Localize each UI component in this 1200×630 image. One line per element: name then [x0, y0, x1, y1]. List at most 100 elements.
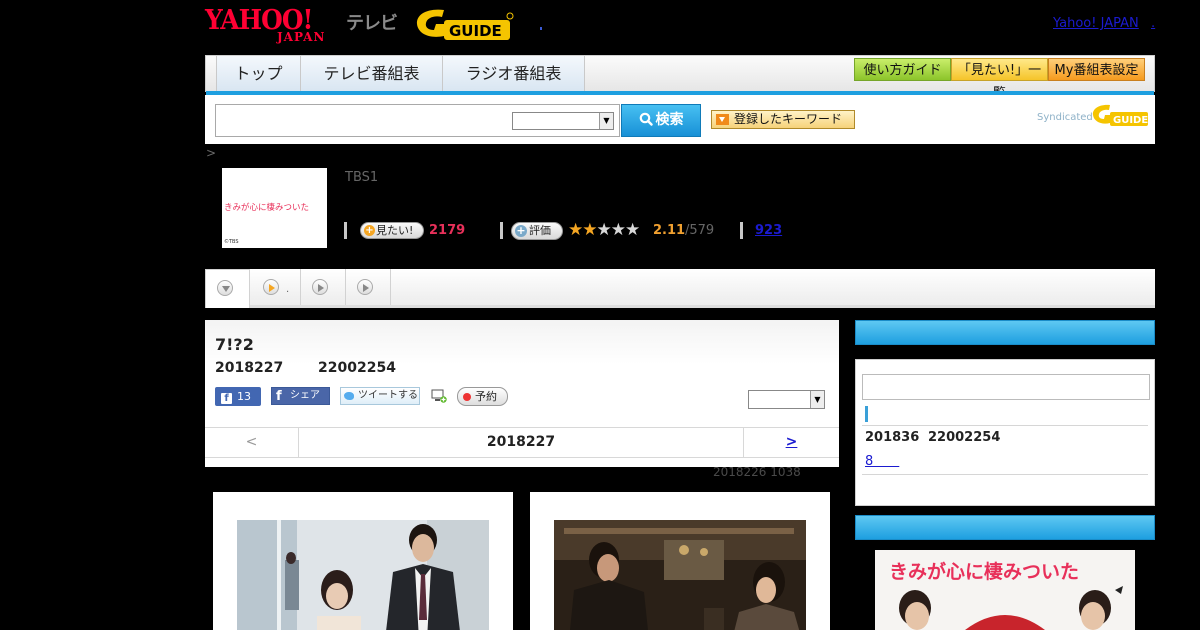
yahoo-japan-logo[interactable]: YAHOO! JAPAN — [205, 5, 343, 44]
rating-label: 評価 — [529, 224, 551, 237]
next-episode-link[interactable]: > — [743, 428, 839, 457]
twitter-bird-icon — [344, 392, 354, 400]
channel-name: TBS1 — [345, 170, 379, 185]
rating-count: /579 — [685, 223, 715, 238]
usage-guide-button[interactable]: 使い方ガイド — [854, 58, 951, 81]
sidebar-episode-link[interactable]: 8 — [865, 450, 899, 469]
scene-photo — [237, 520, 489, 630]
program-poster[interactable]: きみが心に棲みついた — [875, 550, 1135, 630]
scene-photo-card[interactable] — [213, 492, 513, 630]
nav-tab-tv-schedule[interactable]: テレビ番組表 — [301, 56, 443, 91]
tab-dot: . — [286, 284, 290, 295]
rating-stars: ★★★★★ — [568, 220, 640, 240]
gguide-logo[interactable]: GUIDE — [414, 6, 514, 42]
nav-tab-radio-schedule[interactable]: ラジオ番組表 — [443, 56, 585, 91]
stat-divider — [740, 222, 743, 239]
sidebar-section-header — [855, 320, 1155, 345]
tab-cast[interactable] — [301, 269, 346, 305]
yahoo-japan-link[interactable]: Yahoo! JAPAN — [1053, 16, 1139, 31]
thumbnail-title: きみが心に棲みついた — [224, 203, 310, 213]
record-dot-icon — [463, 393, 471, 401]
nav-tab-top[interactable]: トップ — [217, 56, 301, 91]
program-thumbnail[interactable]: きみが心に棲みついた ©TBS — [222, 168, 327, 248]
episode-select[interactable]: ▼ — [748, 390, 825, 409]
rating-button[interactable]: + 評価 — [511, 222, 563, 240]
search-category-select[interactable]: ▼ — [512, 112, 614, 130]
play-circle-icon — [312, 279, 328, 295]
syndicated-label: Syndicated — [1037, 112, 1093, 123]
plus-icon: + — [364, 225, 375, 236]
stat-divider — [500, 222, 503, 239]
pc-add-icon[interactable] — [431, 388, 447, 404]
star-icon: ★ — [596, 220, 612, 240]
poster-image: きみが心に棲みついた — [875, 550, 1135, 630]
episode-panel: 7!?2 2018227 22002254 f 13 f シェア ツイートする 予… — [205, 320, 839, 467]
facebook-share-label: シェア — [290, 390, 320, 401]
tab-episodes[interactable] — [250, 269, 301, 305]
scene-photo — [554, 520, 806, 630]
current-episode-date: 2018227 — [486, 434, 556, 450]
thumbnail-copyright: ©TBS — [224, 239, 239, 245]
terebi-logo-text[interactable]: テレビ — [346, 9, 398, 35]
search-button[interactable]: 検索 — [621, 104, 701, 137]
chevron-down-circle-icon — [217, 280, 233, 296]
program-tab-strip — [205, 269, 1155, 308]
star-icon: ★ — [582, 220, 597, 240]
mitai-button[interactable]: + 見たい! — [360, 222, 424, 239]
tweet-button[interactable]: ツイートする — [340, 387, 420, 405]
scene-photo-card[interactable] — [530, 492, 830, 630]
tab-detail[interactable] — [205, 269, 250, 308]
svg-text:GUIDE: GUIDE — [1113, 115, 1148, 126]
rating-score: 2.11 — [653, 223, 686, 238]
restaurant-scene-image — [554, 520, 806, 630]
episode-pager: < 2018227 > — [205, 427, 839, 458]
mitai-list-button[interactable]: 「見たい!」一覧 — [951, 58, 1048, 101]
sidebar-next-broadcast: 201836 22002254 8 — [855, 359, 1155, 506]
stat-divider — [344, 222, 347, 239]
tab-reviews[interactable] — [346, 269, 391, 305]
sidebar-broadcast-time: 22002254 — [928, 430, 1001, 445]
mitai-label: 見たい! — [376, 224, 414, 237]
syndicated-gguide-logo: GUIDE — [1090, 103, 1150, 127]
svg-text:GUIDE: GUIDE — [449, 22, 502, 40]
star-icon: ★ — [625, 220, 640, 240]
review-count-link[interactable]: 923 — [755, 223, 782, 238]
breadcrumb[interactable]: > — [206, 146, 216, 160]
gguide-small-logo-icon: GUIDE — [1092, 104, 1148, 126]
facebook-icon: f — [276, 389, 282, 404]
facebook-like-button[interactable]: f 13 — [215, 387, 261, 406]
search-button-label: 検索 — [655, 112, 684, 128]
sidebar-accent-bar — [865, 406, 868, 422]
office-scene-image — [237, 520, 489, 630]
episode-date: 2018227 — [215, 360, 284, 376]
tweet-label: ツイートする — [358, 390, 418, 401]
facebook-share-button[interactable]: f シェア — [271, 387, 330, 405]
mitai-count: 2179 — [429, 223, 466, 238]
yahoo-japan-link-suffix[interactable]: . — [1151, 16, 1155, 31]
chevron-down-icon: ▼ — [810, 391, 824, 408]
gguide-logo-icon: GUIDE — [416, 9, 514, 40]
main-navbar: トップ テレビ番組表 ラジオ番組表 使い方ガイド 「見たい!」一覧 My番組表設… — [205, 55, 1155, 101]
sidebar-input-box[interactable] — [862, 374, 1150, 400]
poster-title: きみが心に棲みついた — [889, 560, 1079, 583]
search-bar: ▼ 検索 登録したキーワード Syndicated GUIDE — [205, 95, 1155, 144]
divider — [862, 474, 1148, 475]
play-circle-icon — [263, 279, 279, 295]
divider — [862, 425, 1148, 426]
sidebar-section-header — [855, 515, 1155, 540]
reserve-button[interactable]: 予約 — [457, 387, 508, 406]
updated-timestamp: 2018226 1038 — [713, 465, 801, 479]
dropdown-arrow-icon — [716, 114, 729, 125]
my-schedule-settings-button[interactable]: My番組表設定 — [1048, 58, 1145, 81]
star-icon: ★ — [568, 220, 583, 240]
plus-icon: + — [515, 224, 527, 237]
facebook-like-count: 13 — [237, 390, 251, 403]
prev-episode-button[interactable]: < — [205, 428, 299, 457]
play-circle-icon — [357, 279, 373, 295]
chevron-down-icon: ▼ — [599, 113, 613, 129]
facebook-icon: f — [221, 393, 232, 404]
registered-keyword-button[interactable]: 登録したキーワード — [711, 110, 855, 129]
search-icon — [639, 112, 653, 126]
episode-title: 7!?2 — [215, 335, 254, 354]
header-dot — [540, 27, 542, 30]
